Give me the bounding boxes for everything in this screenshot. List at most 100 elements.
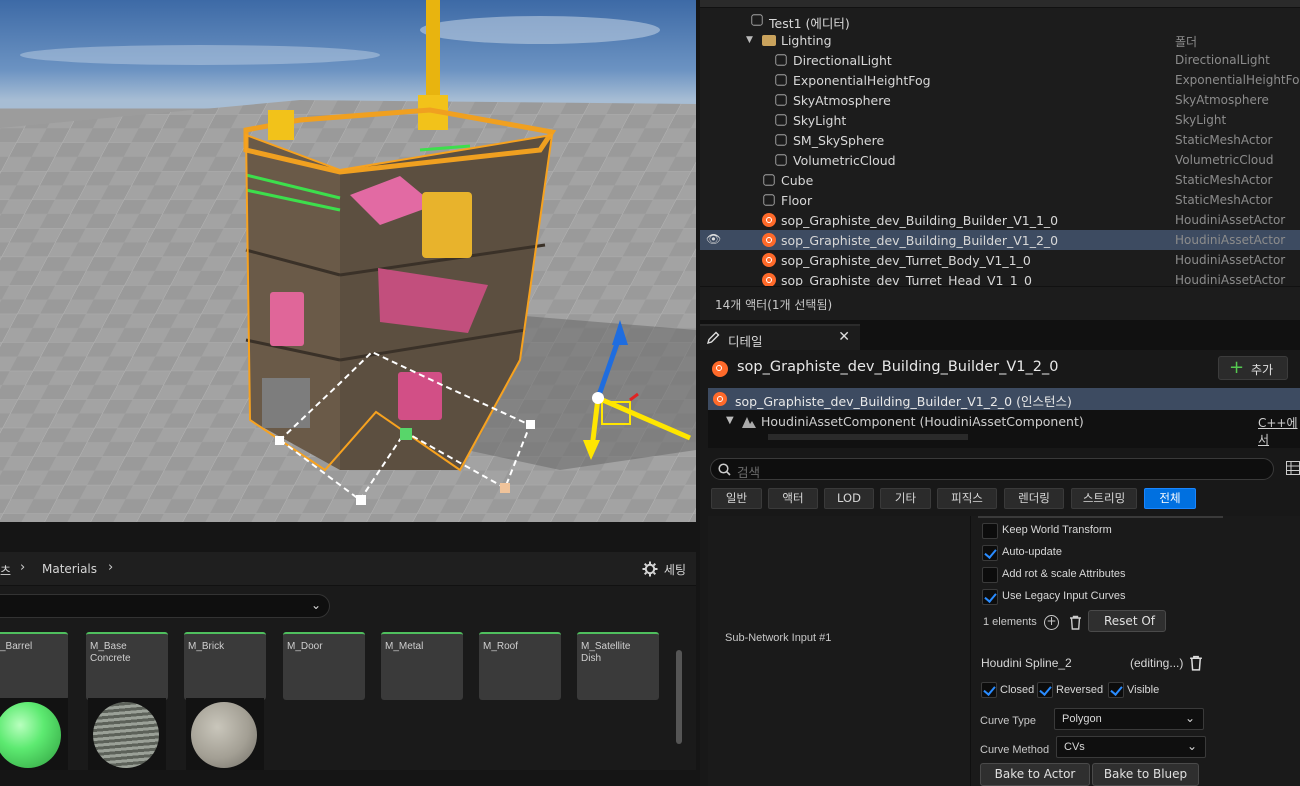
sky-light-icon <box>775 114 787 126</box>
visibility-eye-icon[interactable]: 👁 <box>706 232 721 246</box>
bake-to-blueprint-button[interactable]: Bake to Bluep <box>1092 763 1199 786</box>
add-component-button[interactable]: + 추가 <box>1218 356 1288 380</box>
trash-icon[interactable] <box>1189 655 1203 671</box>
filter-button[interactable]: 전체 <box>1144 488 1196 509</box>
add-label: 추가 <box>1251 363 1274 377</box>
outliner-row[interactable]: SM_SkySphere StaticMeshActor <box>700 130 1300 150</box>
use-legacy-curves-checkbox[interactable] <box>982 589 998 605</box>
filter-button[interactable]: 기타 <box>880 488 931 509</box>
material-tile[interactable]: M_Metal <box>381 632 463 700</box>
cpp-link[interactable]: C++에서 <box>1258 414 1300 448</box>
chevron-right-icon[interactable]: › <box>108 560 113 575</box>
outliner-row[interactable]: ▼ Lighting 폴더 <box>700 30 1300 50</box>
component-tree: sop_Graphiste_dev_Building_Builder_V1_2_… <box>708 388 1300 448</box>
settings-label: 세팅 <box>663 562 686 577</box>
table-view-icon[interactable] <box>1286 461 1300 475</box>
fog-icon <box>775 74 787 86</box>
outliner-row[interactable]: DirectionalLight DirectionalLight <box>700 50 1300 70</box>
actor-name: sop_Graphiste_dev_Building_Builder_V1_2_… <box>737 359 1059 375</box>
tab-details[interactable]: 디테일 ✕ <box>700 324 860 350</box>
search-placeholder: 검색 <box>737 465 761 480</box>
outliner-status-bar: 14개 액터(1개 선택됨) <box>700 286 1300 320</box>
visible-checkbox[interactable] <box>1108 682 1124 698</box>
filter-button[interactable]: 액터 <box>768 488 818 509</box>
material-name: M_Base Concrete <box>90 641 131 664</box>
material-sphere <box>191 702 257 768</box>
breadcrumb-materials[interactable]: Materials <box>42 562 97 576</box>
gear-icon <box>642 561 658 577</box>
component-tree-overflow <box>768 434 968 440</box>
content-browser: 츠 › Materials › 세팅 ⌄ _Barrel M_Base Conc… <box>0 552 696 786</box>
outliner-row-type: HoudiniAssetActor <box>1175 233 1286 247</box>
material-tile[interactable]: M_Brick <box>184 632 266 700</box>
scrollbar[interactable] <box>676 650 682 744</box>
outliner-row[interactable]: ExponentialHeightFog ExponentialHeightFog <box>700 70 1300 90</box>
outliner-row-label: Cube <box>781 173 814 188</box>
material-tile[interactable]: M_Roof <box>479 632 561 700</box>
breadcrumb-previous[interactable]: 츠 <box>0 562 11 579</box>
chevron-right-icon: › <box>20 560 26 575</box>
close-icon[interactable]: ✕ <box>838 329 850 345</box>
elements-count: 1 elements <box>983 616 1037 628</box>
material-tile[interactable]: _Barrel <box>0 632 68 700</box>
viewport-scene[interactable] <box>0 0 696 522</box>
houdini-icon <box>713 392 727 406</box>
outliner-row[interactable]: sop_Graphiste_dev_Building_Builder_V1_1_… <box>700 210 1300 230</box>
reset-button[interactable]: Reset Of <box>1088 610 1166 632</box>
filter-button[interactable]: 일반 <box>711 488 762 509</box>
filter-button[interactable]: LOD <box>824 488 874 509</box>
outliner-row[interactable]: SkyLight SkyLight <box>700 110 1300 130</box>
settings-button[interactable]: 세팅 <box>642 559 686 579</box>
filter-button[interactable]: 스트리밍 <box>1071 488 1137 509</box>
material-tile[interactable]: M_Satellite Dish <box>577 632 659 700</box>
outliner-row[interactable]: VolumetricCloud VolumetricCloud <box>700 150 1300 170</box>
material-tile[interactable]: M_Door <box>283 632 365 700</box>
outliner-row-label: Lighting <box>781 33 832 48</box>
outliner-row[interactable]: 👁 sop_Graphiste_dev_Building_Builder_V1_2… <box>700 230 1300 250</box>
outliner-row[interactable]: Test1 (에디터) <box>700 10 1300 31</box>
chevron-down-icon: ⌄ <box>310 598 321 612</box>
outliner-row-label: sop_Graphiste_dev_Building_Builder_V1_1_… <box>781 213 1059 228</box>
auto-update-checkbox[interactable] <box>982 545 998 561</box>
actor-title: sop_Graphiste_dev_Building_Builder_V1_2_… <box>712 358 1292 382</box>
material-tile[interactable]: M_Base Concrete <box>86 632 168 700</box>
cloud-icon <box>775 154 787 166</box>
expand-arrow-icon[interactable]: ▼ <box>726 415 734 426</box>
material-thumbnail[interactable] <box>186 698 264 770</box>
component-root-label: sop_Graphiste_dev_Building_Builder_V1_2_… <box>735 394 1072 409</box>
closed-checkbox[interactable] <box>981 682 997 698</box>
spline-name: Houdini Spline_2 <box>981 656 1072 670</box>
outliner-row[interactable]: Cube StaticMeshActor <box>700 170 1300 190</box>
component-root[interactable]: sop_Graphiste_dev_Building_Builder_V1_2_… <box>708 388 1300 410</box>
outliner-row-type: HoudiniAssetActor <box>1175 253 1286 267</box>
trash-icon[interactable] <box>1069 615 1082 630</box>
checkbox-label: Add rot & scale Attributes <box>1002 568 1126 580</box>
keep-world-transform-checkbox[interactable] <box>982 523 998 539</box>
column-splitter[interactable] <box>970 516 971 786</box>
add-element-icon[interactable]: + <box>1044 615 1059 630</box>
filter-button[interactable]: 렌더링 <box>1004 488 1064 509</box>
bake-to-actor-button[interactable]: Bake to Actor <box>980 763 1090 786</box>
outliner-row[interactable]: SkyAtmosphere SkyAtmosphere <box>700 90 1300 110</box>
actor-count: 14개 액터(1개 선택됨) <box>715 298 833 312</box>
filter-button[interactable]: 피직스 <box>937 488 997 509</box>
outliner-row[interactable]: sop_Graphiste_dev_Turret_Body_V1_1_0 Houd… <box>700 250 1300 270</box>
material-thumbnail[interactable] <box>88 698 166 770</box>
curve-type-label: Curve Type <box>980 715 1037 727</box>
add-rot-scale-checkbox[interactable] <box>982 567 998 583</box>
outliner-row-label: ExponentialHeightFog <box>793 73 931 88</box>
material-name: M_Satellite Dish <box>581 641 631 664</box>
path-dropdown[interactable]: ⌄ <box>0 594 330 618</box>
reversed-checkbox[interactable] <box>1037 682 1053 698</box>
outliner-row[interactable]: Floor StaticMeshActor <box>700 190 1300 210</box>
material-thumbnail[interactable] <box>0 698 68 770</box>
curve-method-dropdown[interactable]: CVs ⌄ <box>1056 736 1206 758</box>
expand-arrow-icon[interactable]: ▼ <box>746 35 753 45</box>
search-input[interactable]: 검색 <box>710 458 1274 480</box>
material-name: _Barrel <box>0 641 33 652</box>
level-viewport[interactable] <box>0 0 696 522</box>
curve-type-dropdown[interactable]: Polygon ⌄ <box>1054 708 1204 730</box>
component-houdini-asset[interactable]: ▼ HoudiniAssetComponent (HoudiniAssetCom… <box>708 412 1300 447</box>
outliner-row-label: SkyAtmosphere <box>793 93 891 108</box>
sky-atmosphere-icon <box>775 94 787 106</box>
